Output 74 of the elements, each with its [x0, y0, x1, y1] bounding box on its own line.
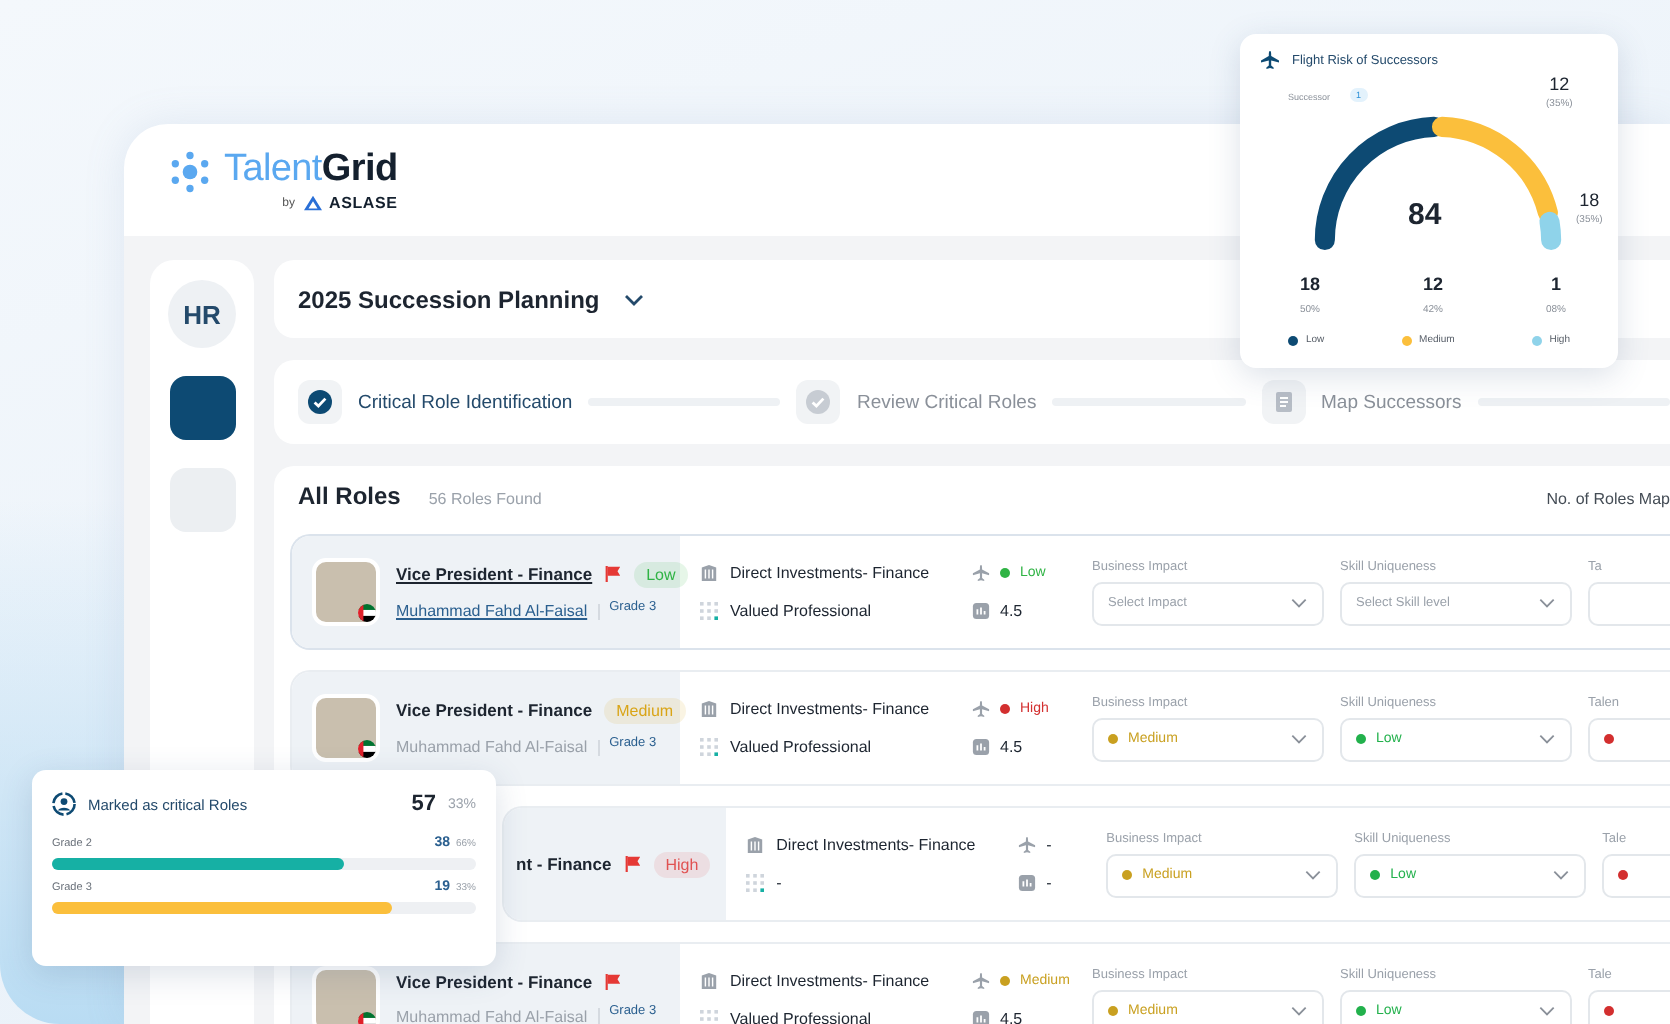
airplane-icon: [972, 564, 990, 582]
grid-icon: [700, 738, 718, 756]
department-text: Direct Investments- Finance: [730, 564, 930, 582]
high-value: 18: [1579, 190, 1600, 210]
check-circle-icon: [308, 390, 332, 414]
step-tab[interactable]: Review Critical Roles: [796, 380, 1037, 424]
document-icon: [1271, 390, 1295, 414]
chevron-down-icon: [1290, 734, 1308, 744]
stat-value: 1: [1550, 274, 1561, 294]
building-icon: [700, 564, 718, 582]
rating-icon: [972, 738, 990, 756]
rating-text: 4.5: [1000, 1010, 1023, 1024]
department-text: Direct Investments- Finance: [776, 836, 976, 854]
rating-icon: [972, 602, 990, 620]
category-text: -: [776, 874, 782, 892]
user-circle-icon: [52, 792, 76, 816]
rating-text: -: [1046, 874, 1052, 892]
triangle-logo-icon: [301, 194, 324, 212]
check-circle-icon: [806, 390, 831, 414]
risk-badge: Medium: [604, 697, 686, 723]
sidebar-item[interactable]: [169, 376, 235, 440]
stat-value: 12: [1422, 274, 1443, 294]
total-value: 84: [1408, 198, 1442, 232]
airplane-icon: [1260, 50, 1280, 70]
roles-count: 56 Roles Found: [428, 490, 542, 508]
grid-icon: [700, 602, 718, 620]
chevron-down-icon: [1552, 870, 1571, 880]
select-field[interactable]: [1588, 989, 1670, 1024]
select-field[interactable]: [1588, 717, 1670, 761]
category-text: Valued Professional: [730, 602, 872, 620]
company-name: ASLASE: [329, 194, 398, 212]
chevron-down-icon: [1290, 598, 1308, 608]
role-title[interactable]: Vice President - Finance: [396, 972, 593, 992]
step-tab[interactable]: Critical Role Identification: [298, 380, 573, 424]
airplane-icon: [972, 972, 990, 990]
risk-badge: High: [653, 851, 711, 877]
chevron-down-icon: [1538, 1006, 1556, 1016]
chevron-down-icon: [1538, 598, 1556, 608]
airplane-icon: [972, 700, 990, 718]
grid-icon: [746, 874, 765, 892]
rating-icon: [1018, 874, 1037, 892]
rating-text: 4.5: [1000, 738, 1023, 756]
logo-wordmark: TalentGrid: [224, 148, 398, 192]
employee-name[interactable]: Muhammad Fahd Al-Faisal: [396, 602, 588, 620]
department-text: Direct Investments- Finance: [730, 972, 930, 990]
logo-icon: [168, 150, 212, 194]
chevron-down-icon: [1538, 734, 1556, 744]
building-icon: [700, 700, 718, 718]
section-title: All Roles: [298, 482, 401, 510]
role-title[interactable]: Vice President - Finance: [396, 564, 593, 584]
rating-text: 4.5: [1000, 602, 1023, 620]
stat-value: 18: [1300, 274, 1321, 294]
select-field[interactable]: [1602, 853, 1670, 897]
category-text: Valued Professional: [730, 1010, 872, 1024]
category-text: Valued Professional: [730, 738, 872, 756]
roles-mapped-label: No. of Roles Map: [1546, 490, 1670, 508]
chevron-down-icon: [623, 293, 644, 305]
flight-risk-text: -: [1046, 836, 1052, 854]
user-avatar[interactable]: HR: [168, 280, 236, 348]
plan-dropdown[interactable]: 2025 Succession Planning: [298, 285, 644, 313]
building-icon: [746, 836, 765, 854]
critical-count: 57: [411, 792, 436, 816]
department-text: Direct Investments- Finance: [730, 700, 930, 718]
role-title[interactable]: Vice President - Finance: [396, 700, 593, 720]
step-tab[interactable]: Map Successors: [1261, 380, 1462, 424]
chevron-down-icon: [1290, 1006, 1308, 1016]
select-field[interactable]: [1588, 581, 1670, 625]
grid-icon: [700, 1010, 718, 1024]
medium-value: 12: [1549, 74, 1570, 94]
risk-badge: Low: [634, 561, 688, 587]
airplane-icon: [1018, 836, 1037, 854]
role-title[interactable]: nt - Finance: [516, 854, 612, 874]
chevron-down-icon: [1304, 870, 1323, 880]
building-icon: [700, 972, 718, 990]
